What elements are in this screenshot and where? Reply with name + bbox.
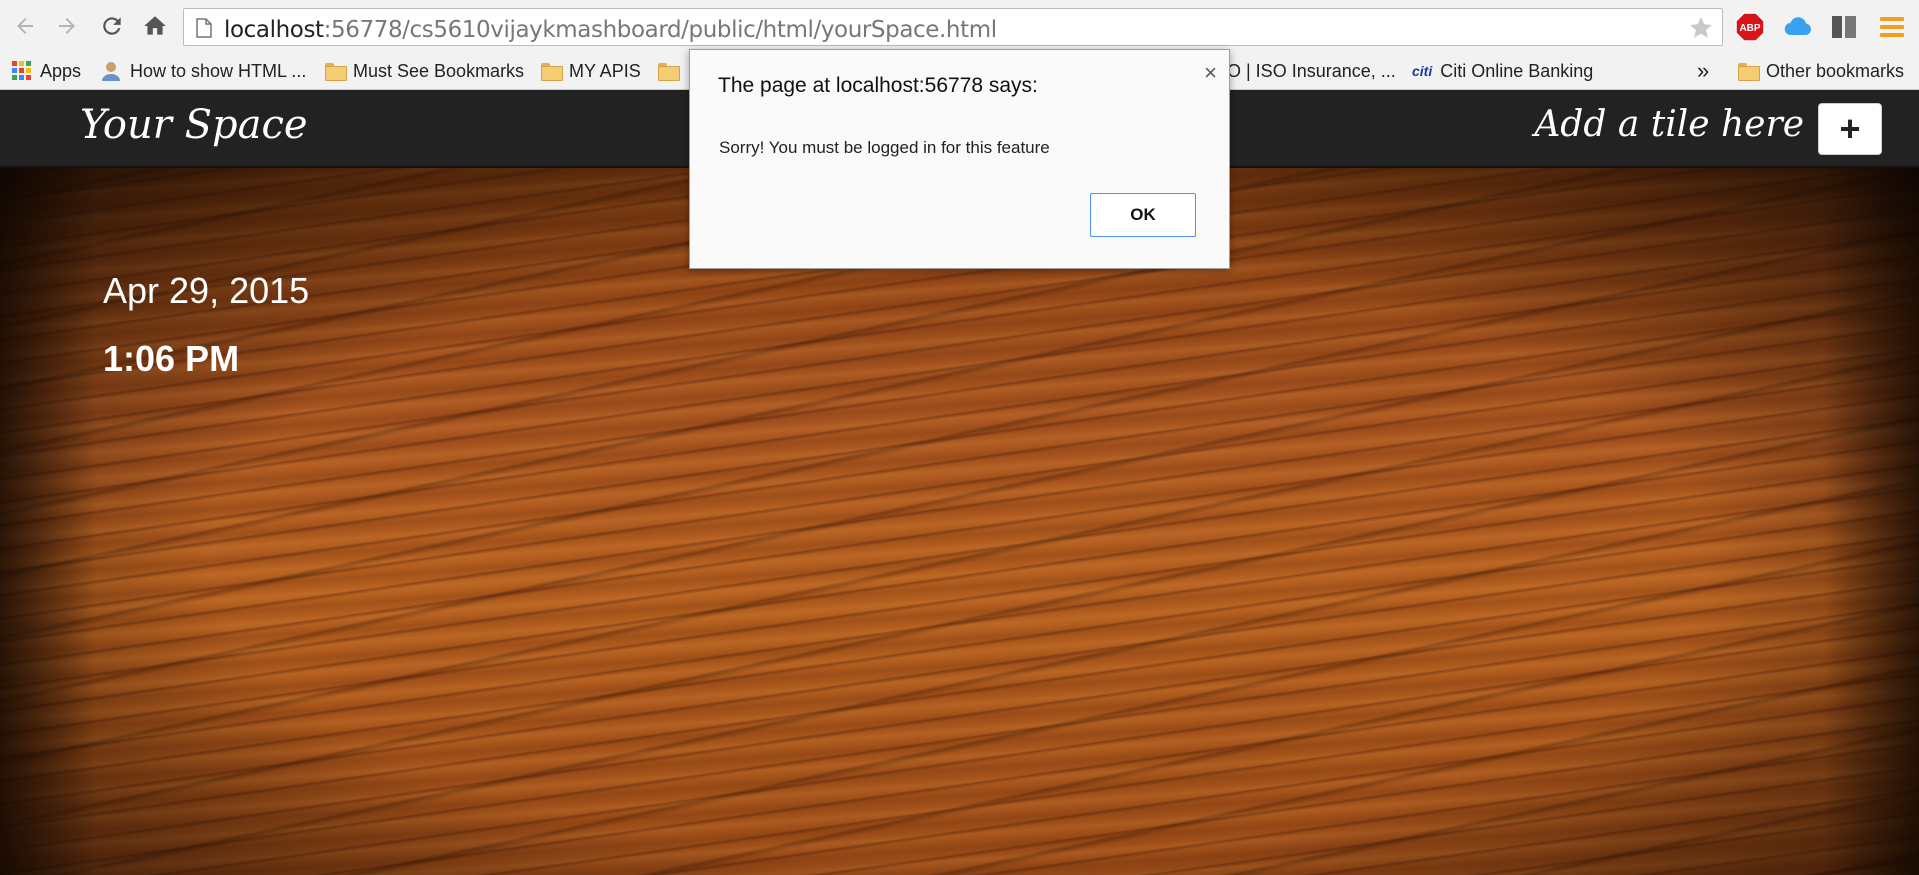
add-tile-button[interactable]: +: [1818, 103, 1882, 155]
adblock-plus-icon[interactable]: ABP: [1734, 11, 1766, 43]
add-tile-label: Add a tile here: [1534, 104, 1804, 145]
bookmark-citi[interactable]: citi Citi Online Banking: [1412, 58, 1593, 84]
forward-button[interactable]: [50, 9, 84, 43]
bookmark-html-label: How to show HTML ...: [130, 60, 307, 81]
address-bar[interactable]: localhost:56778/cs5610vijaykmashboard/pu…: [183, 8, 1723, 46]
home-button[interactable]: [138, 9, 172, 43]
bookmark-must-see-label: Must See Bookmarks: [353, 60, 525, 81]
home-icon: [144, 16, 166, 35]
user-avatar-icon: [102, 62, 120, 81]
apps-grid-icon: [12, 61, 31, 80]
bookmark-apps[interactable]: Apps: [12, 58, 81, 84]
bookmark-citi-label: Citi Online Banking: [1440, 60, 1594, 81]
back-arrow-icon: [17, 18, 33, 34]
abp-label: ABP: [1739, 23, 1760, 34]
dialog-message: Sorry! You must be logged in for this fe…: [719, 138, 1050, 157]
bookmark-other-label: Other bookmarks: [1766, 60, 1905, 81]
panels-icon[interactable]: [1828, 11, 1860, 43]
time-display: 1:06 PM: [103, 338, 240, 379]
reload-icon: [103, 17, 121, 35]
url-path: :56778/cs5610vijaykmashboard/public/html…: [323, 17, 997, 43]
folder-icon: [541, 63, 563, 81]
menu-icon[interactable]: [1876, 11, 1908, 43]
page-icon: [196, 18, 212, 38]
bookmark-my-apis-label: MY APIS: [569, 60, 641, 81]
back-button[interactable]: [8, 9, 42, 43]
bookmark-apps-label: Apps: [40, 60, 82, 81]
bookmark-hidden-folder[interactable]: [658, 58, 680, 84]
bookmark-iso[interactable]: SO | ISO Insurance, ...: [1215, 58, 1396, 84]
bookmark-other[interactable]: Other bookmarks: [1738, 58, 1904, 84]
date-display: Apr 29, 2015: [103, 270, 310, 311]
bookmark-html[interactable]: How to show HTML ...: [100, 58, 306, 84]
close-icon[interactable]: ×: [1204, 60, 1217, 86]
bookmark-iso-label: SO | ISO Insurance, ...: [1215, 60, 1396, 81]
bookmark-my-apis[interactable]: MY APIS: [541, 58, 641, 84]
bookmark-must-see[interactable]: Must See Bookmarks: [325, 58, 524, 84]
url-host: localhost: [224, 17, 324, 43]
brand-title[interactable]: Your Space: [80, 102, 308, 148]
reload-button[interactable]: [95, 9, 129, 43]
folder-icon: [325, 63, 347, 81]
url-text: localhost:56778/cs5610vijaykmashboard/pu…: [224, 17, 997, 43]
browser-toolbar: localhost:56778/cs5610vijaykmashboard/pu…: [0, 0, 1919, 52]
citi-logo-icon: citi: [1412, 63, 1433, 79]
wood-background: Apr 29, 2015 1:06 PM: [0, 168, 1919, 875]
bookmark-star-icon[interactable]: [1688, 15, 1714, 41]
bookmarks-overflow-button[interactable]: »: [1697, 58, 1709, 84]
chevron-double-right-icon: »: [1697, 58, 1710, 83]
forward-arrow-icon: [59, 18, 75, 34]
cloud-icon[interactable]: [1782, 11, 1814, 43]
dialog-title: The page at localhost:56778 says:: [718, 74, 1038, 97]
alert-dialog: The page at localhost:56778 says: × Sorr…: [689, 49, 1230, 269]
ok-button[interactable]: OK: [1090, 193, 1196, 237]
folder-icon: [658, 63, 680, 81]
folder-icon: [1738, 63, 1760, 81]
